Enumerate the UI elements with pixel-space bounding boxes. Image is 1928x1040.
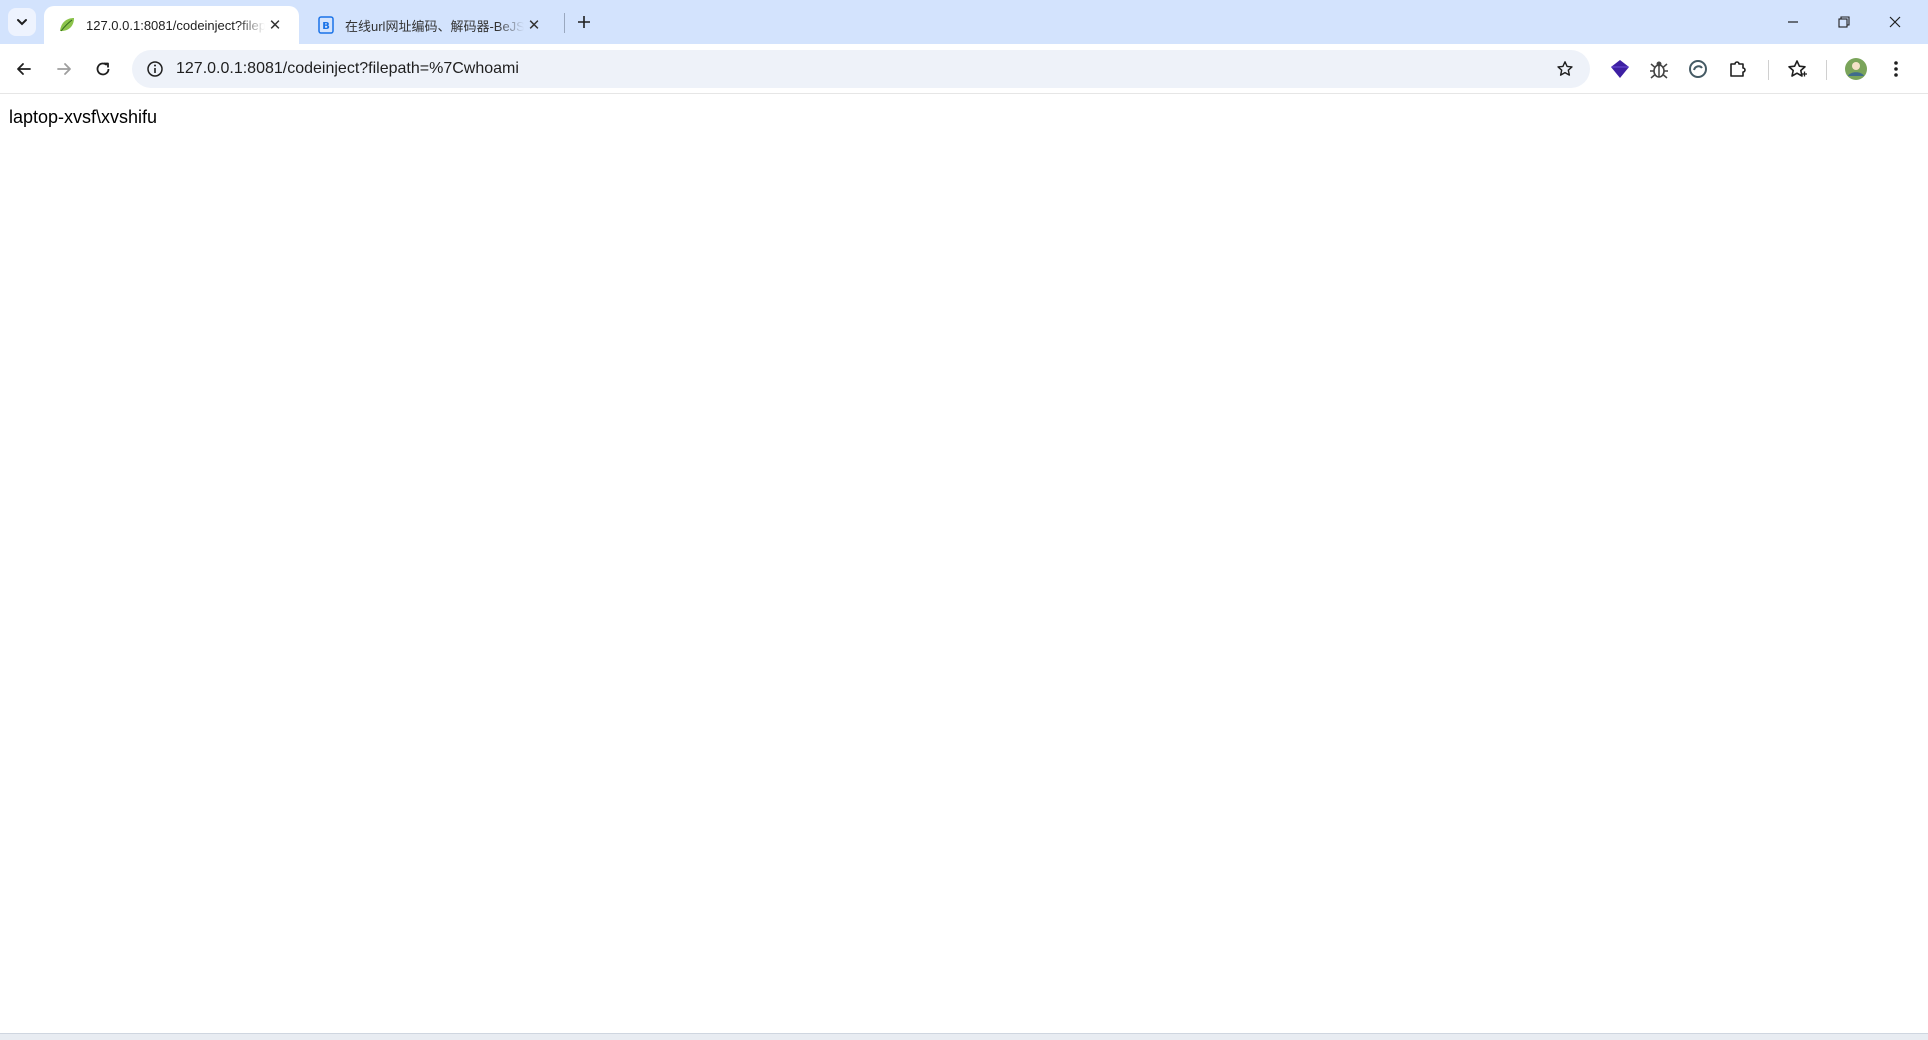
tab-title: 127.0.0.1:8081/codeinject?filepath=%7Cwh… xyxy=(86,17,265,33)
avatar[interactable] xyxy=(1842,55,1870,83)
close-icon[interactable]: ✕ xyxy=(524,15,544,35)
new-tab-button[interactable] xyxy=(572,10,596,34)
minimize-button[interactable] xyxy=(1768,0,1818,44)
command-output-text: laptop-xvsf\xvshifu xyxy=(9,107,158,127)
toolbar-separator xyxy=(1826,60,1827,80)
taskbar-edge xyxy=(0,1033,1928,1040)
bookmarks-star-icon[interactable] xyxy=(1783,55,1811,83)
tab-separator xyxy=(564,13,565,33)
reload-icon xyxy=(96,62,110,76)
tab-title: 在线url网址编码、解码器-BeJSON.com xyxy=(345,18,524,34)
tab-search-button[interactable] xyxy=(8,8,36,36)
bookmark-star-icon[interactable] xyxy=(1546,50,1584,88)
tab-strip: 127.0.0.1:8081/codeinject?filepath=%7Cwh… xyxy=(0,0,1928,44)
restore-icon xyxy=(1838,16,1850,28)
spring-leaf-icon xyxy=(58,16,76,34)
arrow-left-icon xyxy=(17,63,31,75)
url-text[interactable]: 127.0.0.1:8081/codeinject?filepath=%7Cwh… xyxy=(176,60,1546,78)
toolbar-separator xyxy=(1768,60,1769,80)
bejson-icon: B xyxy=(317,16,335,34)
forward-button[interactable] xyxy=(48,53,80,85)
scrollbar[interactable] xyxy=(1920,95,1928,1033)
close-icon[interactable]: ✕ xyxy=(265,15,285,35)
arrow-right-icon xyxy=(57,63,71,75)
page-content: laptop-xvsf\xvshifu xyxy=(0,95,1920,1033)
close-icon xyxy=(1889,16,1901,28)
address-bar[interactable]: 127.0.0.1:8081/codeinject?filepath=%7Cwh… xyxy=(132,50,1590,88)
plus-icon xyxy=(578,16,590,28)
tab-inactive[interactable]: B 在线url网址编码、解码器-BeJSON.com ✕ xyxy=(303,6,558,44)
svg-text:B: B xyxy=(322,21,330,32)
browser-toolbar: 127.0.0.1:8081/codeinject?filepath=%7Cwh… xyxy=(0,44,1928,94)
reload-button[interactable] xyxy=(87,53,119,85)
close-window-button[interactable] xyxy=(1870,0,1920,44)
extension-purple-icon[interactable] xyxy=(1606,55,1634,83)
minimize-icon xyxy=(1788,21,1798,23)
restore-button[interactable] xyxy=(1819,0,1869,44)
bug-icon[interactable] xyxy=(1645,55,1673,83)
puzzle-extensions-icon[interactable] xyxy=(1724,55,1752,83)
tab-active[interactable]: 127.0.0.1:8081/codeinject?filepath=%7Cwh… xyxy=(44,6,299,44)
more-menu-icon[interactable] xyxy=(1882,55,1910,83)
chevron-down-icon xyxy=(17,19,27,26)
back-button[interactable] xyxy=(8,53,40,85)
site-info-icon[interactable] xyxy=(136,50,174,88)
circle-extension-icon[interactable] xyxy=(1684,55,1712,83)
